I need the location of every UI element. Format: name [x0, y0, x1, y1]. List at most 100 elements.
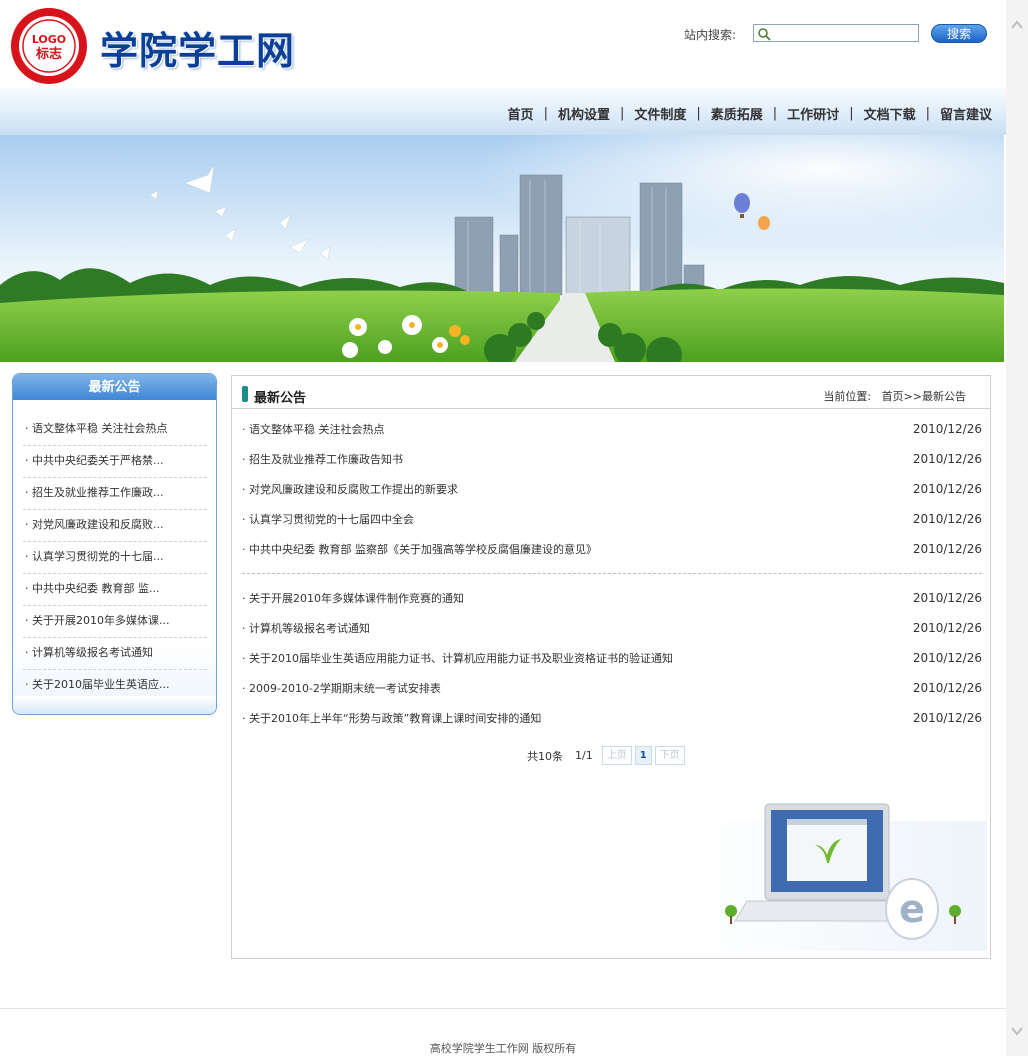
- sidebar-item[interactable]: · 对党风廉政建设和反腐败...: [23, 510, 207, 542]
- pager-next-button[interactable]: 下页: [654, 746, 685, 765]
- list-item: · 招生及就业推荐工作廉政告知书 2010/12/26: [242, 444, 982, 474]
- sidebar-item[interactable]: · 关于开展2010年多媒体课...: [23, 606, 207, 638]
- list-item: · 计算机等级报名考试通知 2010/12/26: [242, 613, 982, 643]
- nav-item-research[interactable]: 工作研讨: [785, 104, 841, 123]
- nav-separator: |: [619, 106, 625, 121]
- logo-subtext: 标志: [35, 46, 62, 62]
- nav-item-organization[interactable]: 机构设置: [556, 104, 612, 123]
- footer-copyright: 高校学院学生工作网 版权所有: [429, 1042, 577, 1055]
- notice-link[interactable]: · 计算机等级报名考试通知: [242, 620, 370, 636]
- list-item: · 认真学习贯彻党的十七届四中全会 2010/12/26: [242, 504, 982, 534]
- list-item: · 2009-2010-2学期期末统一考试安排表 2010/12/26: [242, 673, 982, 703]
- list-item: · 关于2010年上半年“形势与政策”教育课上课时间安排的通知 2010/12/2…: [242, 703, 982, 733]
- pagination: 共10条 1/1 上页 1 下页: [527, 746, 685, 765]
- sidebar-item[interactable]: · 认真学习贯彻党的十七届...: [23, 542, 207, 574]
- sidebar-item[interactable]: · 计算机等级报名考试通知: [23, 638, 207, 670]
- search-input[interactable]: [753, 24, 919, 42]
- nav-list: 首页 | 机构设置 | 文件制度 | 素质拓展 | 工作研讨 | 文档下载 | …: [506, 104, 994, 123]
- nav-separator: |: [543, 106, 548, 121]
- breadcrumb: 当前位置: 首页>>最新公告: [823, 388, 966, 404]
- notice-date: 2010/12/26: [912, 651, 982, 665]
- sidebar-item[interactable]: · 中共中央纪委关于严格禁...: [23, 446, 207, 478]
- notice-date: 2010/12/26: [912, 542, 982, 556]
- scroll-down-icon[interactable]: [1010, 1024, 1024, 1038]
- list-divider: [242, 573, 982, 574]
- page-scrollbar[interactable]: [1006, 0, 1028, 1056]
- nav-separator: |: [849, 106, 854, 121]
- logo-seal: LOGO 标志: [11, 8, 87, 84]
- search-button[interactable]: 搜索: [931, 24, 987, 43]
- sidebar-item-label: 中共中央纪委关于严格禁...: [32, 454, 164, 467]
- notice-link[interactable]: · 关于开展2010年多媒体课件制作竞赛的通知: [242, 590, 464, 606]
- sidebar-footer: [13, 696, 216, 714]
- sidebar-item-label: 中共中央纪委 教育部 监...: [32, 582, 160, 595]
- sidebar-item-label: 语文整体平稳 关注社会热点: [32, 422, 168, 435]
- pager-current-page[interactable]: 1: [634, 746, 652, 765]
- banner-image: [0, 135, 1004, 362]
- laptop-illustration: e: [687, 803, 987, 951]
- list-item: · 语文整体平稳 关注社会热点 2010/12/26: [242, 414, 982, 444]
- notice-link[interactable]: · 认真学习贯彻党的十七届四中全会: [242, 511, 414, 527]
- main-panel: 最新公告 当前位置: 首页>>最新公告 · 语文整体平稳 关注社会热点 2010/…: [231, 375, 991, 959]
- notice-date: 2010/12/26: [912, 512, 982, 526]
- list-item: · 中共中央纪委 教育部 监察部《关于加强高等学校反腐倡廉建设的意见》 2010/…: [242, 534, 982, 564]
- notice-date: 2010/12/26: [912, 422, 982, 436]
- nav-separator: |: [696, 106, 701, 121]
- nav-item-home[interactable]: 首页: [506, 104, 536, 123]
- notice-list-1: · 语文整体平稳 关注社会热点 2010/12/26 · 招生及就业推荐工作廉政告…: [242, 414, 982, 564]
- notice-link[interactable]: · 关于2010届毕业生英语应用能力证书、计算机应用能力证书及职业资格证书的验证…: [242, 650, 673, 666]
- sidebar-latest-notices: 最新公告 · 语文整体平稳 关注社会热点 · 中共中央纪委关于严格禁... · …: [12, 373, 217, 715]
- title-marker-icon: [242, 386, 248, 402]
- sidebar-item-label: 招生及就业推荐工作廉政...: [32, 486, 164, 499]
- notice-link[interactable]: · 语文整体平稳 关注社会热点: [242, 421, 385, 437]
- scroll-up-icon[interactable]: [1010, 18, 1024, 32]
- footer-divider: [0, 1008, 1006, 1009]
- notice-link[interactable]: · 关于2010年上半年“形势与政策”教育课上课时间安排的通知: [242, 710, 541, 726]
- search-label: 站内搜索:: [684, 28, 737, 42]
- panel-title: 最新公告: [254, 391, 307, 406]
- notice-link[interactable]: · 中共中央纪委 教育部 监察部《关于加强高等学校反腐倡廉建设的意见》: [242, 541, 597, 557]
- notice-date: 2010/12/26: [912, 681, 982, 695]
- sidebar-item-label: 认真学习贯彻党的十七届...: [32, 550, 164, 563]
- nav-item-development[interactable]: 素质拓展: [709, 104, 765, 123]
- notice-date: 2010/12/26: [912, 621, 982, 635]
- site-title: 学院学工网: [100, 29, 296, 73]
- search-icon: [758, 28, 771, 41]
- panel-header: 最新公告 当前位置: 首页>>最新公告: [232, 376, 990, 409]
- svg-text:e: e: [899, 887, 925, 931]
- notice-date: 2010/12/26: [912, 591, 982, 605]
- sidebar-item-label: 关于开展2010年多媒体课...: [32, 614, 170, 627]
- sidebar-item[interactable]: · 语文整体平稳 关注社会热点: [23, 414, 207, 446]
- pager-pages: 1/1: [575, 749, 593, 762]
- notice-link[interactable]: · 2009-2010-2学期期末统一考试安排表: [242, 680, 441, 696]
- notice-date: 2010/12/26: [912, 711, 982, 725]
- list-item: · 对党风廉政建设和反腐败工作提出的新要求 2010/12/26: [242, 474, 982, 504]
- main-nav: 首页 | 机构设置 | 文件制度 | 素质拓展 | 工作研讨 | 文档下载 | …: [0, 88, 1006, 135]
- notice-list-2: · 关于开展2010年多媒体课件制作竞赛的通知 2010/12/26 · 计算机等…: [242, 583, 982, 733]
- sidebar-list: · 语文整体平稳 关注社会热点 · 中共中央纪委关于严格禁... · 招生及就业…: [23, 414, 207, 702]
- page: LOGO 标志 学院学工网 站内搜索: 搜索 首页 | 机构设置 | 文件制度 …: [0, 0, 1006, 1056]
- notice-date: 2010/12/26: [912, 452, 982, 466]
- notice-link[interactable]: · 招生及就业推荐工作廉政告知书: [242, 451, 403, 467]
- list-item: · 关于2010届毕业生英语应用能力证书、计算机应用能力证书及职业资格证书的验证…: [242, 643, 982, 673]
- sidebar-title: 最新公告: [13, 374, 216, 400]
- header: LOGO 标志 学院学工网 站内搜索: 搜索: [0, 0, 1006, 88]
- nav-separator: |: [925, 106, 930, 121]
- sidebar-item-label: 对党风廉政建设和反腐败...: [32, 518, 164, 531]
- nav-separator: |: [772, 106, 778, 121]
- notice-link[interactable]: · 对党风廉政建设和反腐败工作提出的新要求: [242, 481, 458, 497]
- notice-date: 2010/12/26: [912, 482, 982, 496]
- pager-total: 共10条: [527, 749, 563, 763]
- list-item: · 关于开展2010年多媒体课件制作竞赛的通知 2010/12/26: [242, 583, 982, 613]
- nav-item-policies[interactable]: 文件制度: [632, 104, 688, 123]
- sidebar-item-label: 计算机等级报名考试通知: [32, 646, 153, 659]
- nav-item-downloads[interactable]: 文档下载: [862, 104, 918, 123]
- breadcrumb-path[interactable]: 首页>>最新公告: [882, 390, 966, 403]
- sidebar-item-label: 关于2010届毕业生英语应...: [32, 678, 170, 691]
- sidebar-item[interactable]: · 中共中央纪委 教育部 监...: [23, 574, 207, 606]
- nav-item-guestbook[interactable]: 留言建议: [938, 104, 994, 123]
- pager-prev-button[interactable]: 上页: [601, 746, 632, 765]
- breadcrumb-label: 当前位置:: [823, 390, 872, 403]
- sidebar-item[interactable]: · 招生及就业推荐工作廉政...: [23, 478, 207, 510]
- logo-text: LOGO: [32, 33, 66, 46]
